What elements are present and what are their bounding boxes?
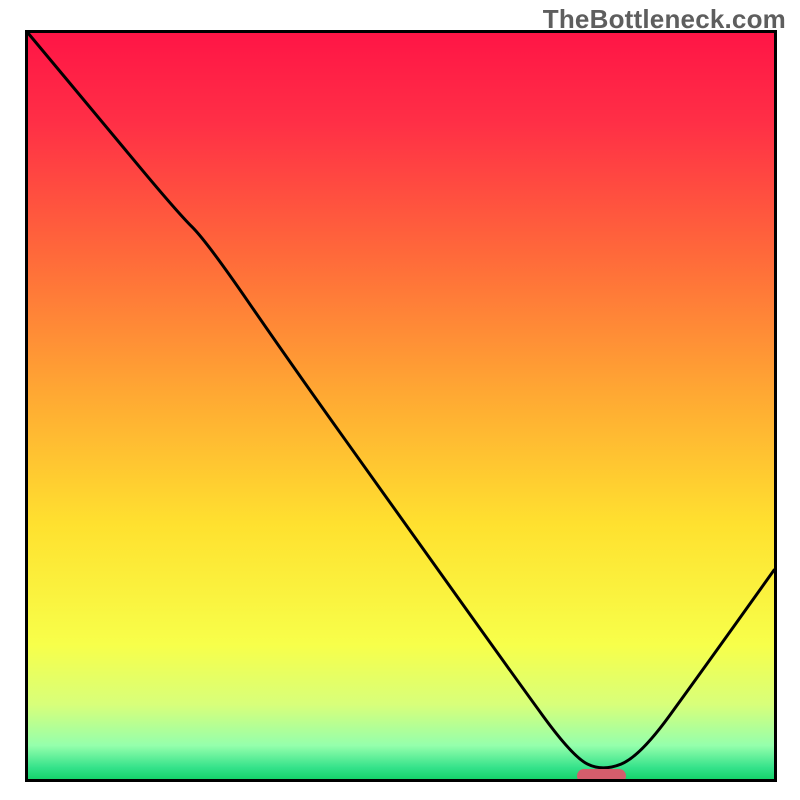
plot-svg — [28, 33, 774, 779]
gradient-rect — [28, 33, 774, 779]
optimal-marker — [577, 769, 626, 782]
plot-area — [25, 30, 777, 782]
chart-frame: TheBottleneck.com — [0, 0, 800, 800]
